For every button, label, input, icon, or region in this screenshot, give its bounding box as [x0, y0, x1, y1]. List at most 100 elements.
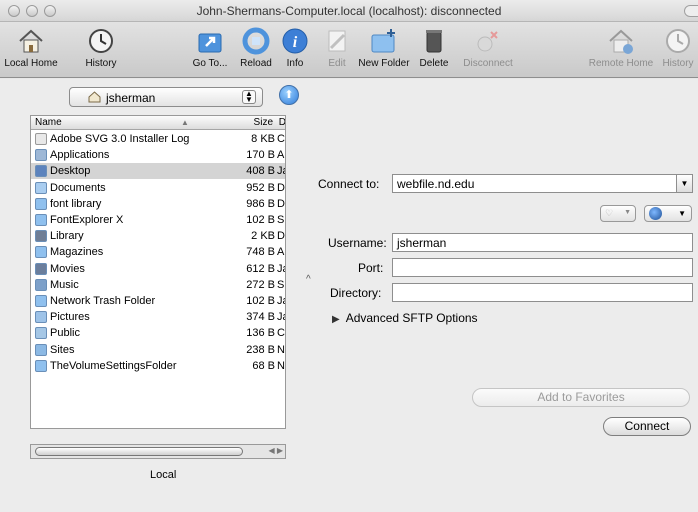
new-folder-icon: [371, 29, 395, 53]
sort-ascending-icon: ▲: [181, 118, 189, 127]
file-name: FontExplorer X: [50, 214, 124, 226]
folder-icon: [35, 214, 47, 226]
file-row[interactable]: Sites 238 BN: [31, 342, 285, 358]
file-row[interactable]: Library 2 KB D: [31, 228, 285, 244]
file-row[interactable]: Public 136 BC: [31, 325, 285, 341]
add-to-favorites-button[interactable]: Add to Favorites: [472, 388, 690, 407]
reload-button[interactable]: Reload: [236, 26, 276, 74]
file-row[interactable]: Pictures 374 BJa: [31, 309, 285, 325]
file-row[interactable]: Network Trash Folder 102 BJa: [31, 293, 285, 309]
goto-button[interactable]: Go To...: [186, 26, 234, 74]
applications-folder-icon: [35, 149, 47, 162]
globe-icon: [649, 207, 662, 220]
path-popup-label: jsherman: [106, 91, 156, 105]
file-row[interactable]: FontExplorer X 102 BS: [31, 212, 285, 228]
path-popup[interactable]: jsherman ▲ ▼: [69, 87, 263, 107]
favorites-popup[interactable]: ♡ ▼: [600, 205, 636, 222]
collapse-caret-icon[interactable]: ^: [306, 274, 311, 285]
file-date: A: [277, 246, 285, 259]
username-field[interactable]: jsherman: [392, 233, 693, 252]
disclosure-triangle-icon[interactable]: ▶: [332, 314, 340, 325]
file-date: Ja: [277, 262, 285, 275]
house-icon: [19, 29, 43, 53]
scroll-arrows-icon[interactable]: ◀ ▶: [268, 446, 283, 455]
remote-home-button[interactable]: Remote Home: [588, 26, 654, 74]
disconnect-button[interactable]: Disconnect: [458, 26, 518, 74]
file-date: D: [277, 197, 285, 210]
file-name: TheVolumeSettingsFolder: [50, 359, 177, 372]
pane-splitter[interactable]: [300, 79, 310, 512]
file-row[interactable]: Magazines 748 BA: [31, 244, 285, 260]
popup-arrow-icon: ▼: [678, 209, 686, 218]
toolbar-toggle-button[interactable]: [684, 5, 698, 17]
history-button[interactable]: History: [78, 26, 124, 74]
file-size: 68 B: [252, 359, 275, 372]
title-bar: John-Shermans-Computer.local (localhost)…: [0, 0, 698, 22]
reload-icon: [242, 27, 270, 55]
info-icon: i: [282, 28, 308, 54]
file-size: 952 B: [246, 181, 275, 194]
file-size: 8 KB: [251, 133, 275, 145]
file-name: Music: [50, 278, 79, 291]
file-name: Applications: [50, 149, 110, 162]
edit-button[interactable]: Edit: [322, 26, 352, 74]
file-row[interactable]: TheVolumeSettingsFolder 68 BN: [31, 358, 285, 374]
column-header-name[interactable]: Name: [35, 117, 62, 128]
local-home-button[interactable]: Local Home: [2, 26, 60, 74]
file-row[interactable]: font library 986 BD: [31, 196, 285, 212]
toolbar: Local Home History Go To... Reload i Inf…: [0, 22, 698, 78]
connect-to-combobox[interactable]: webfile.nd.edu ▼: [392, 174, 693, 193]
file-size: 2 KB: [251, 230, 275, 243]
directory-field[interactable]: [392, 283, 693, 302]
file-date: C: [277, 133, 285, 145]
info-button[interactable]: i Info: [280, 26, 310, 74]
connect-to-value: webfile.nd.edu: [397, 177, 475, 191]
clock-icon: [89, 29, 113, 53]
username-value: jsherman: [397, 236, 447, 250]
folder-icon: [35, 197, 47, 210]
dropdown-arrow-icon[interactable]: ▼: [676, 175, 692, 192]
folder-icon: [35, 359, 47, 372]
file-date: A: [277, 149, 285, 162]
connect-to-label: Connect to:: [318, 177, 380, 191]
column-header-size[interactable]: Size: [254, 117, 273, 128]
column-header-date[interactable]: D: [279, 117, 285, 128]
file-size: 408 B: [246, 165, 275, 178]
music-folder-icon: [35, 278, 47, 291]
file-size: 272 B: [246, 278, 275, 291]
protocol-popup[interactable]: ▼: [644, 205, 692, 222]
advanced-sftp-disclosure[interactable]: ▶ Advanced SFTP Options: [332, 311, 478, 325]
trash-icon: [426, 30, 442, 53]
parent-folder-button[interactable]: ⬆: [279, 85, 299, 105]
file-name: Magazines: [50, 246, 104, 259]
new-folder-button[interactable]: New Folder: [356, 26, 412, 74]
list-header: Name ▲ Size D: [31, 116, 285, 130]
updown-arrows-icon: ▲ ▼: [242, 90, 256, 104]
file-size: 102 B: [246, 214, 275, 226]
local-pane-label: Local: [150, 469, 177, 481]
file-row[interactable]: Music 272 BS: [31, 277, 285, 293]
delete-button[interactable]: Delete: [414, 26, 454, 74]
local-file-list[interactable]: Name ▲ Size D Adobe SVG 3.0 Installer Lo…: [30, 115, 286, 429]
up-arrow-icon: ⬆: [284, 89, 294, 101]
remote-history-button[interactable]: History: [658, 26, 698, 74]
file-size: 170 B: [246, 149, 275, 162]
heart-icon: ♡: [605, 208, 614, 218]
document-icon: [35, 133, 47, 145]
library-folder-icon: [35, 230, 47, 243]
file-date: D: [277, 181, 285, 194]
remote-clock-icon: [666, 29, 690, 53]
connect-button[interactable]: Connect: [603, 417, 691, 436]
horizontal-scrollbar[interactable]: ◀ ▶: [30, 444, 286, 459]
file-size: 238 B: [246, 343, 275, 356]
port-field[interactable]: [392, 258, 693, 277]
file-row[interactable]: Documents 952 BD: [31, 180, 285, 196]
file-row[interactable]: Applications 170 BA: [31, 147, 285, 163]
file-row[interactable]: Adobe SVG 3.0 Installer Log 8 KB C: [31, 131, 285, 147]
file-name: Sites: [50, 343, 75, 356]
port-label: Port:: [358, 261, 384, 275]
scrollbar-thumb[interactable]: [35, 447, 243, 456]
file-date: N: [277, 343, 285, 356]
file-row[interactable]: Desktop 408 BJa: [31, 163, 285, 180]
file-row[interactable]: Movies 612 BJa: [31, 261, 285, 277]
